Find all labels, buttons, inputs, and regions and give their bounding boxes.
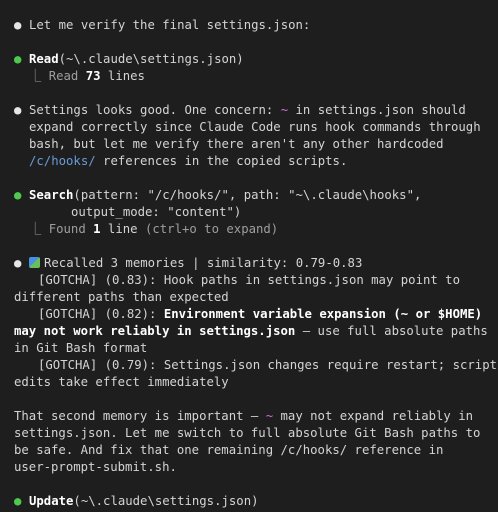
assistant-message: ● Let me verify the final settings.json: — [14, 18, 311, 32]
tool-name: Update — [29, 494, 74, 508]
bullet-icon: ● — [14, 256, 22, 270]
terminal-transcript: ● Let me verify the final settings.json: … — [14, 18, 498, 510]
tool-name: Search — [29, 188, 74, 202]
tool-result: ⎿ Found 1 line (ctrl+o to expand) — [29, 222, 279, 236]
tool-name: Read — [29, 52, 59, 66]
expand-hint[interactable]: (ctrl+o to expand) — [145, 222, 278, 236]
tool-args: (pattern: "/c/hooks/", path: "~\.claude\… — [73, 188, 422, 202]
success-dot-icon: ● — [14, 52, 22, 66]
assistant-message: ● Settings looks good. One concern: ~ in … — [14, 103, 466, 117]
success-dot-icon: ● — [14, 188, 22, 202]
tool-call-read[interactable]: ● Read(~\.claude\settings.json) — [14, 51, 498, 68]
tool-args: (~\.claude\settings.json) — [58, 52, 244, 66]
tool-call-update[interactable]: ● Update(~\.claude\settings.json) — [14, 493, 498, 510]
bullet-icon: ● — [14, 103, 22, 117]
success-dot-icon: ● — [14, 494, 22, 508]
tool-result: ⎿ Read 73 lines — [29, 69, 145, 83]
memory-recall: ● Recalled 3 memories | similarity: 0.79-… — [14, 256, 363, 270]
bullet-icon: ● — [14, 18, 22, 32]
tool-args: (~\.claude\settings.json) — [73, 494, 259, 508]
assistant-message: That second memory is important — ~ may … — [14, 409, 474, 423]
memory-icon — [29, 257, 40, 268]
tool-call-search[interactable]: ● Search(pattern: "/c/hooks/", path: "~\.… — [14, 187, 498, 204]
